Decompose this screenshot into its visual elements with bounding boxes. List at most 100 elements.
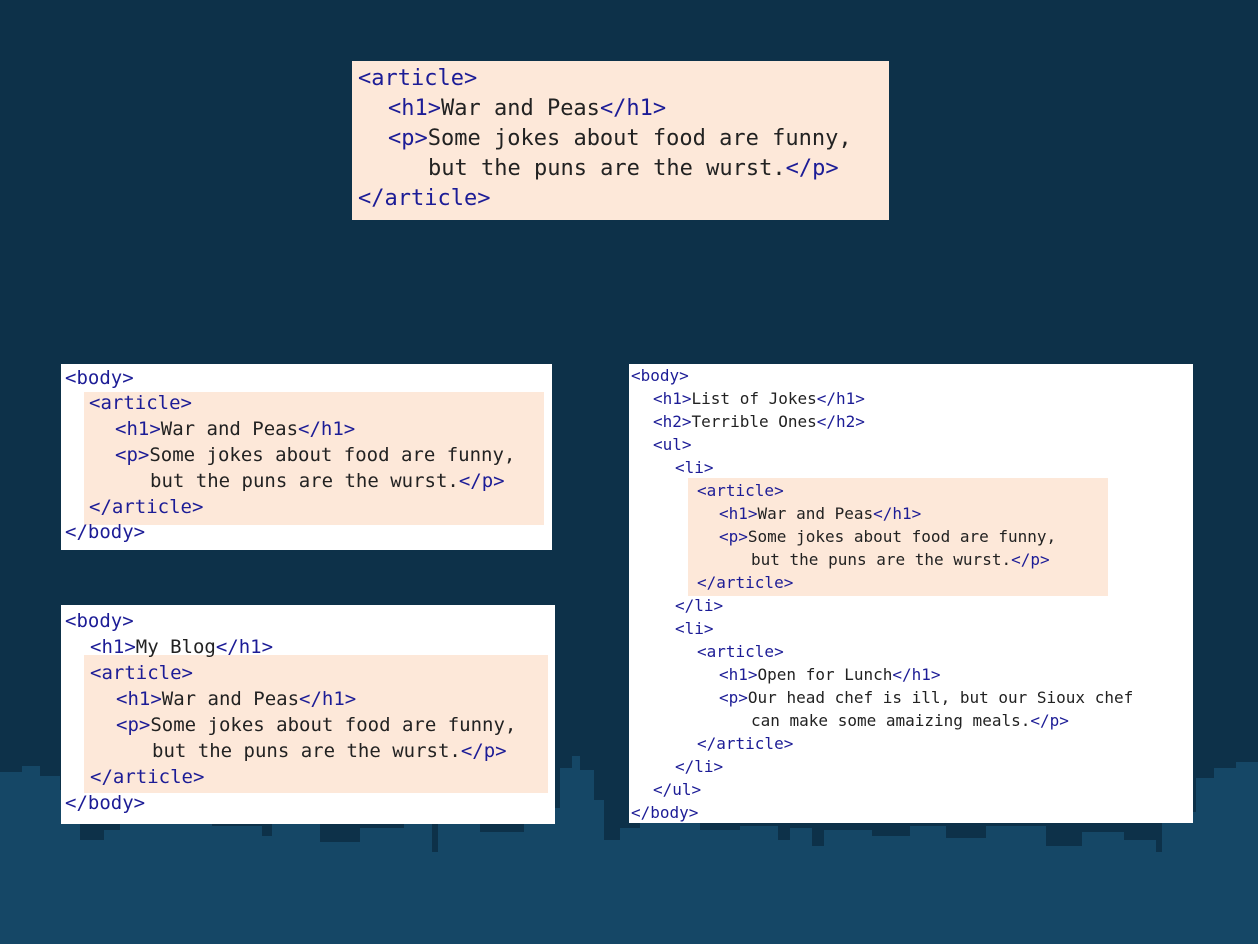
html-tag-token: </article> [358,186,491,211]
html-tag-token: </body> [631,803,699,822]
code-line: can make some amaizing meals.</p> [751,713,1069,729]
left-snippet-blog-panel: <body> <h1>My Blog</h1> <article> <h1>War a… [61,605,555,824]
html-tag-token: </article> [90,765,205,788]
html-tag-token: <article> [697,642,784,661]
html-tag-token: <p> [115,443,150,466]
code-line: <article> [697,644,784,660]
top-snippet-panel: <article> <h1>War and Peas</h1> <p>Some jo… [352,61,889,220]
text-token: Some jokes about food are funny, [427,126,852,151]
text-token: War and Peas [160,418,299,441]
code-line: <body> [631,368,689,384]
code-line: <p>Some jokes about food are funny, [115,443,516,466]
html-tag-token: </h1> [892,665,941,684]
text-token: Some jokes about food are funny, [149,443,516,466]
text-token: War and Peas [757,504,874,523]
html-tag-token: </h1> [873,504,922,523]
code-line: <h1>My Blog</h1> [90,635,274,658]
code-line: <article> [89,394,192,413]
text-token: List of Jokes [691,389,817,408]
text-token: Some jokes about food are funny, [747,527,1057,546]
text-token: Terrible Ones [691,412,817,431]
html-tag-token: <p> [116,713,151,736]
html-tag-token: </ul> [653,780,702,799]
html-tag-token: </article> [697,573,794,592]
html-tag-token: </p> [458,469,505,492]
code-line: </body> [65,791,146,814]
code-line: <p>Our head chef is ill, but our Sioux c… [719,690,1133,706]
html-tag-token: <body> [65,366,134,389]
code-line: </article> [358,188,490,210]
html-tag-token: </p> [785,156,839,181]
code-line: <h1>Open for Lunch</h1> [719,667,941,683]
code-line: <ul> [653,437,692,453]
code-line: but the puns are the wurst.</p> [751,552,1050,568]
html-tag-token: <h1> [719,665,758,684]
html-tag-token: <li> [675,458,714,477]
code-line: <p>Some jokes about food are funny, [116,713,517,736]
html-tag-token: <body> [65,609,134,632]
code-line: </ul> [653,782,701,798]
html-tag-token: </h1> [599,96,667,121]
code-line: <h1>War and Peas</h1> [116,687,357,710]
html-tag-token: <p> [719,688,748,707]
code-line: </article> [89,495,204,518]
html-tag-token: <h2> [653,412,692,431]
html-tag-token: </article> [89,495,204,518]
text-token: Open for Lunch [757,665,893,684]
code-line: <li> [675,621,714,637]
html-tag-token: <h1> [115,418,161,441]
html-tag-token: <h1> [116,687,162,710]
code-line: <h1>List of Jokes</h1> [653,391,865,407]
html-tag-token: </p> [1030,711,1069,730]
html-tag-token: <h1> [719,504,758,523]
html-tag-token: </h2> [816,412,865,431]
text-token: War and Peas [161,687,300,710]
html-tag-token: <article> [358,66,478,91]
html-tag-token: <article> [89,392,192,415]
text-token: but the puns are the wurst. [751,550,1012,569]
text-token: War and Peas [440,96,600,121]
code-line: </body> [631,805,698,821]
code-line: </li> [675,598,723,614]
code-line: <p>Some jokes about food are funny, [719,529,1056,545]
html-tag-token: <h1> [388,96,441,121]
html-tag-token: <h1> [90,635,136,658]
html-tag-token: </p> [460,739,507,762]
code-line: but the puns are the wurst.</p> [152,739,507,762]
html-tag-token: <li> [675,619,714,638]
code-line: <body> [65,609,134,632]
code-line: </li> [675,759,723,775]
code-line: <article> [697,483,784,499]
text-token: Our head chef is ill, but our Sioux chef [747,688,1134,707]
html-tag-token: </article> [697,734,794,753]
left-snippet-body-article-panel: <body> <article> <h1>War and Peas</h1> <p>S… [61,364,552,550]
code-line: </article> [90,765,205,788]
text-token: can make some amaizing meals. [751,711,1031,730]
html-tag-token: </body> [65,791,146,814]
code-line: <article> [90,663,193,683]
html-tag-token: </h1> [816,389,865,408]
html-tag-token: </h1> [299,687,357,710]
right-snippet-jokes-list-panel: <body> <h1>List of Jokes</h1> <h2>Terrible… [629,364,1193,823]
code-line: <h1>War and Peas</h1> [719,506,921,522]
code-line: <h1>War and Peas</h1> [388,98,666,120]
html-tag-token: <h1> [653,389,692,408]
code-line: <li> [675,460,714,476]
code-line: <h2>Terrible Ones</h2> [653,414,865,430]
html-tag-token: </body> [65,521,146,544]
text-token: but the puns are the wurst. [150,469,459,492]
html-tag-token: <body> [631,366,689,385]
code-line: but the puns are the wurst.</p> [428,158,839,180]
html-tag-token: </h1> [215,635,274,658]
text-token: but the puns are the wurst. [152,739,461,762]
html-tag-token: <p> [388,126,428,151]
code-line: </article> [697,736,793,752]
text-token: My Blog [135,635,216,658]
text-token: but the puns are the wurst. [428,156,786,181]
code-line: <article> [358,68,477,90]
code-line: </body> [65,523,145,542]
html-tag-token: <article> [697,481,784,500]
code-line: <body> [65,366,134,389]
text-token: Some jokes about food are funny, [150,713,517,736]
code-line: but the puns are the wurst.</p> [150,469,505,492]
